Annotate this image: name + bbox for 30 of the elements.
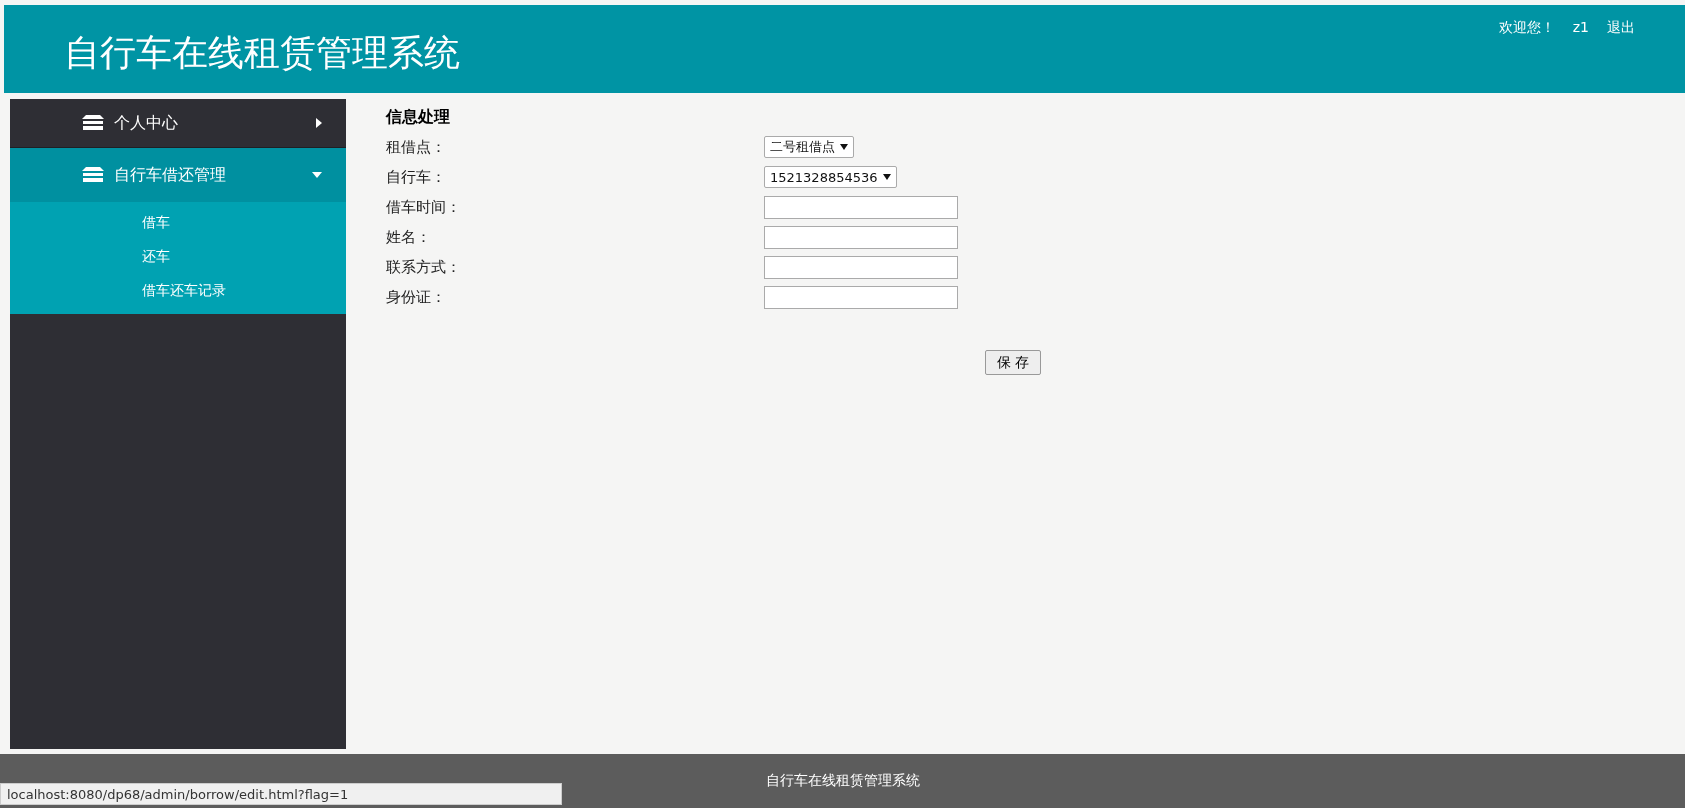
caret-down-icon bbox=[312, 172, 322, 178]
input-field[interactable] bbox=[764, 255, 958, 279]
select-field[interactable]: 1521328854536 bbox=[764, 166, 897, 188]
username: z1 bbox=[1572, 19, 1589, 37]
input-field[interactable] bbox=[764, 195, 958, 219]
status-url: localhost:8080/dp68/admin/borrow/edit.html?flag=1 bbox=[0, 783, 562, 805]
menu-group[interactable]: 自行车借还管理 bbox=[10, 148, 346, 202]
stack-icon bbox=[82, 115, 104, 131]
field-label: 租借点： bbox=[386, 137, 447, 157]
select-field[interactable]: 二号租借点 bbox=[764, 136, 854, 158]
save-button[interactable]: 保 存 bbox=[985, 350, 1041, 375]
submenu-item[interactable]: 还车 bbox=[142, 248, 170, 266]
dropdown-arrow-icon bbox=[882, 174, 891, 180]
stack-icon bbox=[82, 167, 104, 183]
caret-right-icon bbox=[316, 118, 322, 128]
field-label: 自行车： bbox=[386, 167, 447, 187]
field-label: 身份证： bbox=[386, 287, 447, 307]
form-title: 信息处理 bbox=[386, 107, 451, 128]
field-label: 借车时间： bbox=[386, 197, 462, 217]
submenu-item[interactable]: 借车还车记录 bbox=[142, 282, 226, 300]
field-label: 联系方式： bbox=[386, 257, 462, 277]
footer-text: 自行车在线租赁管理系统 bbox=[765, 772, 920, 790]
input-field[interactable] bbox=[764, 285, 958, 309]
input-field[interactable] bbox=[764, 225, 958, 249]
app-title: 自行车在线租赁管理系统 bbox=[64, 31, 460, 75]
logout-link[interactable]: 退出 bbox=[1607, 19, 1635, 37]
dropdown-arrow-icon bbox=[840, 144, 848, 150]
welcome-text: 欢迎您！ bbox=[1498, 19, 1555, 37]
field-label: 姓名： bbox=[386, 227, 432, 247]
submenu-item[interactable]: 借车 bbox=[142, 214, 170, 232]
